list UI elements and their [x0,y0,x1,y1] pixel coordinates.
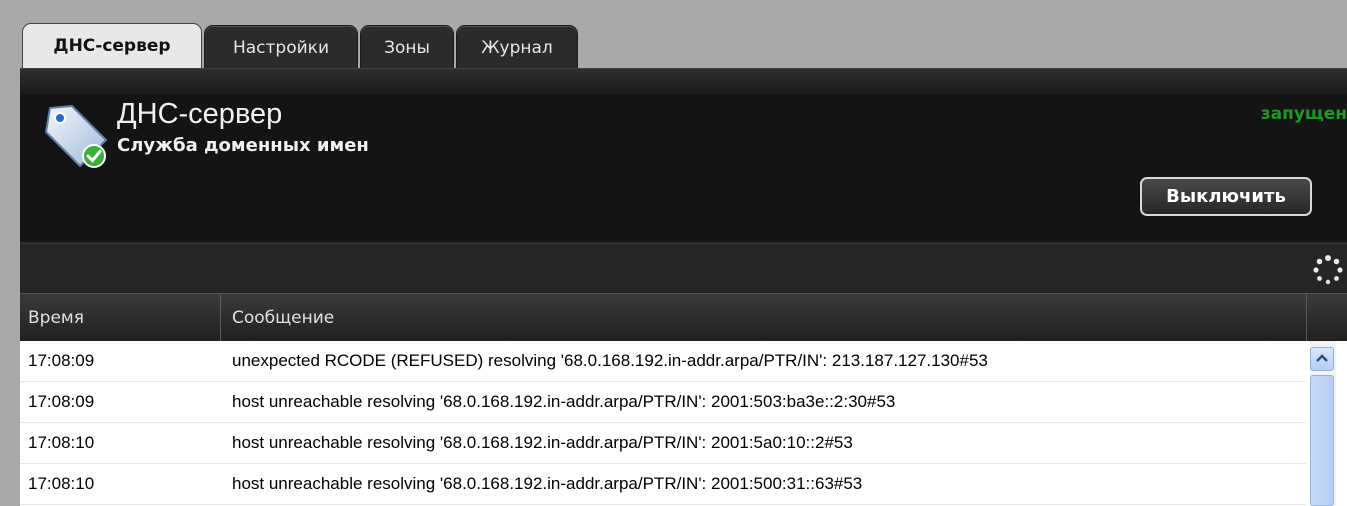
row-message: unexpected RCODE (REFUSED) resolving '68… [232,351,988,370]
column-divider [1306,294,1307,342]
turn-off-button[interactable]: Выключить [1140,177,1312,216]
table-row[interactable]: 17:08:10 host unreachable resolving '68.… [20,423,1306,464]
scroll-up-button[interactable] [1310,347,1334,371]
table-row[interactable]: 17:08:09 unexpected RCODE (REFUSED) reso… [20,341,1306,382]
row-time: 17:08:09 [28,392,95,411]
tab-settings[interactable]: Настройки [204,25,358,69]
row-message: host unreachable resolving '68.0.168.192… [232,433,853,452]
service-subtitle: Служба доменных имен [117,135,369,156]
column-header-message[interactable]: Сообщение [232,308,334,328]
row-time: 17:08:09 [28,351,95,370]
service-header: ДНС-сервер Служба доменных имен запущен … [20,94,1347,241]
log-table-header: Время Сообщение [20,293,1347,342]
log-toolbar [20,243,1347,294]
column-divider[interactable] [220,294,221,342]
row-time: 17:08:10 [28,433,95,452]
column-header-time[interactable]: Время [28,308,84,328]
log-scrollbar[interactable] [1310,341,1336,506]
row-time: 17:08:10 [28,474,95,493]
scrollbar-thumb[interactable] [1310,375,1334,506]
log-table-body: 17:08:09 unexpected RCODE (REFUSED) reso… [20,341,1347,506]
row-message: host unreachable resolving '68.0.168.192… [232,474,863,493]
row-message: host unreachable resolving '68.0.168.192… [232,392,896,411]
panel-top-strip [20,68,1347,95]
tab-zones[interactable]: Зоны [360,25,454,69]
service-title: ДНС-сервер [117,98,283,130]
service-status: запущен [1260,104,1347,124]
tab-journal[interactable]: Журнал [456,25,578,69]
table-row[interactable]: 17:08:09 host unreachable resolving '68.… [20,382,1306,423]
loading-spinner-icon[interactable] [1312,254,1344,286]
table-row[interactable]: 17:08:10 host unreachable resolving '68.… [20,464,1306,505]
tab-dns-server[interactable]: ДНС-сервер [22,23,202,71]
dns-tag-check-icon [42,102,112,174]
chevron-up-icon [1316,354,1328,362]
dns-server-panel: ДНС-сервер Служба доменных имен запущен … [20,68,1347,506]
